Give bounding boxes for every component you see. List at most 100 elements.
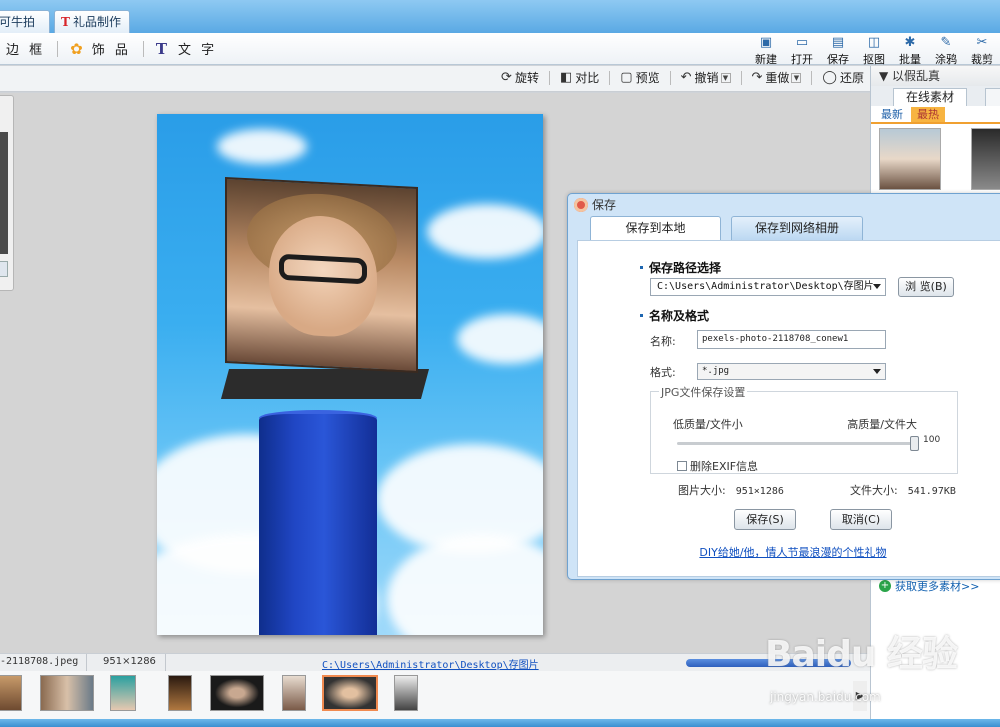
redo-dropdown-icon[interactable]: ▼ xyxy=(791,72,802,83)
edited-photo[interactable] xyxy=(157,114,543,635)
compare-button[interactable]: ◧ 对比 xyxy=(560,69,599,86)
batch-icon: ✱ xyxy=(904,35,916,50)
material-thumbnail[interactable] xyxy=(879,128,941,190)
doodle-icon: ✎ xyxy=(940,35,952,50)
format-label: 格式: xyxy=(650,366,676,379)
file-size-info: 文件大小: 541.97KB xyxy=(850,482,956,498)
batch-button[interactable]: ✱ 批量 xyxy=(892,35,928,67)
file-name-input[interactable]: pexels-photo-2118708_conew1 xyxy=(697,330,886,349)
format-select[interactable]: *.jpg xyxy=(697,363,886,380)
status-bar: -2118708.jpeg 951×1286 C:\Users\Administ… xyxy=(0,653,870,672)
dropdown-arrow-icon xyxy=(873,284,881,289)
open-label: 打开 xyxy=(791,53,813,66)
dropdown-arrow-icon xyxy=(873,369,881,374)
filmstrip: ▶ xyxy=(0,671,870,719)
undo-button[interactable]: ↶ 撤销 ▼ xyxy=(681,69,731,86)
filter-hot[interactable]: 最热 xyxy=(911,107,945,122)
tab-gift-label: 礼品制作 xyxy=(72,15,121,29)
image-size-label: 图片大小: xyxy=(678,484,726,497)
material-thumbnail[interactable] xyxy=(971,128,1000,190)
filmstrip-thumbnail[interactable] xyxy=(0,675,22,711)
toolbar-text-button[interactable]: T文 字 xyxy=(155,39,218,59)
filter-latest[interactable]: 最新 xyxy=(875,107,909,122)
tab-save-album[interactable]: 保存到网络相册 xyxy=(731,216,863,240)
doodle-label: 涂鸦 xyxy=(935,53,957,66)
diy-gift-link[interactable]: DIY给她/他，情人节最浪漫的个性礼物 xyxy=(578,544,1000,560)
filmstrip-thumbnail[interactable] xyxy=(282,675,306,711)
save-icon: ▤ xyxy=(831,35,845,50)
toolbar-border-button[interactable]: 边 框 xyxy=(6,39,45,58)
toolbar-accessories-button[interactable]: ✿ 饰 品 xyxy=(70,39,131,59)
file-name-value: pexels-photo-2118708_conew1 xyxy=(702,334,849,344)
doodle-button[interactable]: ✎ 涂鸦 xyxy=(928,35,964,67)
rotate-button[interactable]: ⟳ 旋转 xyxy=(501,69,539,86)
undo-label: 撤销 xyxy=(694,71,719,85)
tab-local-materials[interactable] xyxy=(985,88,1000,106)
status-divider xyxy=(86,654,87,672)
billboard-frame xyxy=(220,369,430,399)
restore-label: 还原 xyxy=(839,71,864,85)
batch-label: 批量 xyxy=(899,53,921,66)
billboard-photo xyxy=(225,176,418,374)
restore-icon: ◯ xyxy=(822,70,837,85)
browse-button[interactable]: 浏 览(B) xyxy=(898,277,954,297)
redo-button[interactable]: ↷ 重做 ▼ xyxy=(752,69,802,86)
plus-icon: + xyxy=(879,580,891,592)
cancel-button[interactable]: 取消(C) xyxy=(830,509,892,530)
redo-label: 重做 xyxy=(765,71,790,85)
rotate-icon: ⟳ xyxy=(501,70,512,85)
collapse-icon[interactable]: ▼ xyxy=(879,69,892,83)
filmstrip-thumbnail[interactable] xyxy=(210,675,264,711)
more-materials-link[interactable]: + 获取更多素材>> xyxy=(879,578,979,594)
filmstrip-thumbnail[interactable] xyxy=(110,675,136,711)
subbar-divider xyxy=(548,70,550,85)
cutout-button[interactable]: ◫ 抠图 xyxy=(856,35,892,67)
cutout-icon: ◫ xyxy=(867,35,881,50)
tab-save-album-label: 保存到网络相册 xyxy=(754,221,839,235)
t-logo-icon: T xyxy=(61,15,70,29)
edit-subtoolbar: ⟳ 旋转 ◧ 对比 ▢ 预览 ↶ 撤销 ▼ ↷ 重做 ▼ ◯ 还原 xyxy=(0,66,870,92)
filmstrip-thumbnail[interactable] xyxy=(168,675,192,711)
bullet-icon xyxy=(640,266,643,269)
format-value: *.jpg xyxy=(702,366,730,376)
section-save-path: 保存路径选择 xyxy=(640,259,721,276)
billboard-pole xyxy=(259,414,377,635)
left-panel-scroll-handle[interactable] xyxy=(0,261,8,277)
left-collapsed-panel[interactable] xyxy=(0,95,14,291)
filmstrip-thumbnail[interactable] xyxy=(394,675,418,711)
quality-slider-thumb[interactable] xyxy=(910,436,919,451)
filmstrip-thumbnail[interactable] xyxy=(40,675,94,711)
save-toolbar-button[interactable]: ▤ 保存 xyxy=(820,35,856,67)
remove-exif-checkbox[interactable] xyxy=(677,461,687,471)
status-path-link[interactable]: C:\Users\Administrator\Desktop\存图片 xyxy=(322,656,539,671)
preview-button[interactable]: ▢ 预览 xyxy=(620,69,659,86)
preview-label: 预览 xyxy=(635,71,660,85)
tab-online-materials[interactable]: 在线素材 xyxy=(893,88,967,106)
dialog-title-bar[interactable]: 保存 xyxy=(568,194,1000,216)
crop-button[interactable]: ✂ 裁剪 xyxy=(964,35,1000,67)
new-button[interactable]: ▣ 新建 xyxy=(748,35,784,67)
status-dimensions: 951×1286 xyxy=(103,656,156,667)
quality-low-label: 低质量/文件小 xyxy=(673,418,743,431)
save-button-label: 保存(S) xyxy=(746,513,784,526)
quality-slider[interactable] xyxy=(677,436,919,451)
remove-exif-option[interactable]: 删除EXIF信息 xyxy=(677,458,758,474)
image-size-value: 951×1286 xyxy=(735,486,784,497)
material-panel-header[interactable]: ▼ 以假乱真 xyxy=(871,66,1000,86)
toolbar-divider xyxy=(142,40,144,57)
filmstrip-thumbnail-selected[interactable] xyxy=(322,675,378,711)
restore-button[interactable]: ◯ 还原 xyxy=(822,69,864,86)
text-t-icon: T xyxy=(155,39,171,58)
flower-icon: ✿ xyxy=(70,39,86,58)
tab-photo[interactable]: 可牛拍照 xyxy=(0,10,50,52)
save-path-select[interactable]: C:\Users\Administrator\Desktop\存图片 xyxy=(650,278,886,296)
file-size-value: 541.97KB xyxy=(907,486,956,497)
open-button[interactable]: ▭ 打开 xyxy=(784,35,820,67)
tab-gift-making[interactable]: T 礼品制作 xyxy=(54,10,130,33)
tab-save-local[interactable]: 保存到本地 xyxy=(590,216,721,240)
save-button[interactable]: 保存(S) xyxy=(734,509,796,530)
app-logo-icon xyxy=(574,198,588,212)
toolbar-text-label: 文 字 xyxy=(178,43,218,58)
cloud xyxy=(457,314,543,364)
undo-dropdown-icon[interactable]: ▼ xyxy=(720,72,731,83)
